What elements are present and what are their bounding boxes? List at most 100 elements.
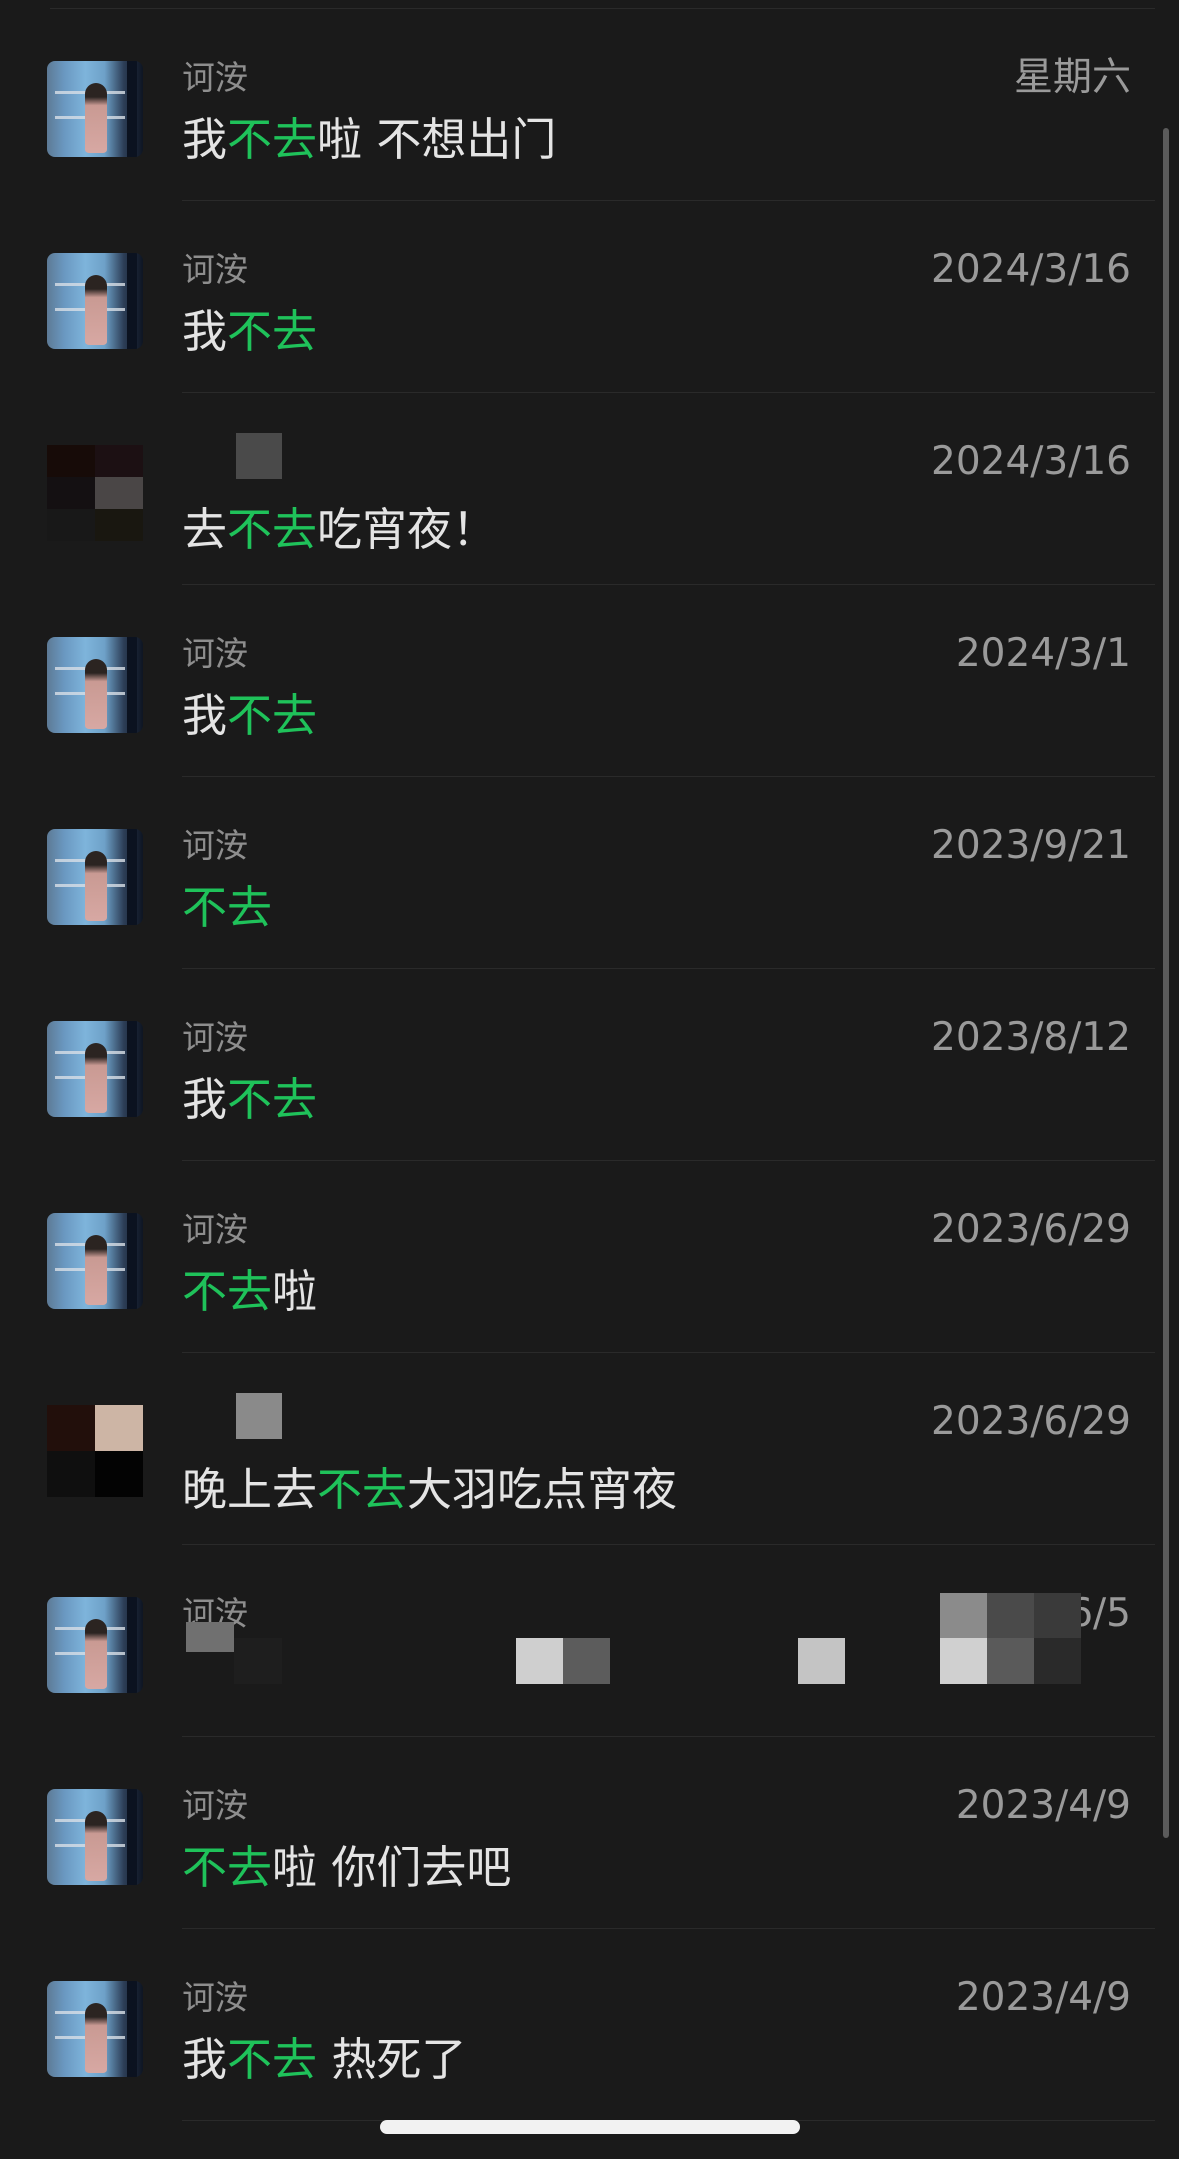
contact-avatar-pixelated[interactable] — [47, 1405, 143, 1497]
conversation-row[interactable]: 诃洝 2023/6/29 不去啦 — [0, 1161, 1179, 1353]
preview-keyword-highlight: 不去 — [227, 503, 318, 556]
preview-text: 我 — [182, 2033, 228, 2086]
message-time: 2023/4/9 — [955, 1975, 1131, 2020]
preview-text: 我 — [182, 305, 228, 358]
message-time: 2023/9/21 — [931, 823, 1131, 868]
avatar-person-shape — [85, 659, 107, 729]
avatar-door-shape — [127, 829, 137, 925]
contact-avatar-photo[interactable] — [47, 1789, 143, 1885]
mosaic-block — [95, 1405, 143, 1451]
message-preview: 我不去 — [182, 305, 317, 359]
redaction-block — [186, 1622, 234, 1652]
avatar-person-shape — [85, 1235, 107, 1305]
message-preview: 去不去吃宵夜！ — [182, 503, 497, 557]
preview-text: 热死了 — [317, 2033, 467, 2086]
preview-keyword-highlight: 不去 — [182, 881, 273, 934]
message-preview: 不去 — [182, 881, 272, 935]
preview-keyword-highlight: 不去 — [182, 1265, 273, 1318]
contact-avatar-photo[interactable] — [47, 61, 143, 157]
conversation-row[interactable]: 诃洝 2024/3/16 我不去 — [0, 201, 1179, 393]
contact-avatar-photo[interactable] — [47, 829, 143, 925]
conversation-row[interactable]: 2023/6/29 晚上去不去大羽吃点宵夜 — [0, 1353, 1179, 1545]
preview-text: 我 — [182, 113, 228, 166]
avatar-door-shape — [127, 1789, 137, 1885]
mosaic-block — [47, 1451, 95, 1497]
preview-keyword-highlight: 不去 — [227, 1073, 318, 1126]
redaction-block — [940, 1638, 987, 1684]
contact-name: 诃洝 — [182, 634, 248, 673]
contact-name: 诃洝 — [182, 1786, 248, 1825]
home-indicator[interactable] — [380, 2120, 800, 2134]
contact-avatar-photo[interactable] — [47, 637, 143, 733]
message-time: 2023/6/29 — [931, 1399, 1131, 1444]
message-time: 星期六 — [1013, 55, 1131, 100]
preview-keyword-highlight: 不去 — [227, 305, 318, 358]
conversation-row[interactable]: 诃洝 2023/9/21 不去 — [0, 777, 1179, 969]
conversation-row[interactable]: 诃洝 2024/3/1 我不去 — [0, 585, 1179, 777]
mosaic-block — [95, 445, 143, 477]
message-preview: 我不去 — [182, 1073, 317, 1127]
preview-text: 去 — [182, 503, 228, 556]
avatar-person-shape — [85, 851, 107, 921]
avatar-door-shape — [127, 253, 137, 349]
preview-text: 晚上去 — [182, 1463, 318, 1516]
contact-avatar-pixelated[interactable] — [47, 445, 143, 541]
redacted-name-block — [236, 1393, 282, 1439]
contact-avatar-photo[interactable] — [47, 1981, 143, 2077]
mosaic-block — [47, 1405, 95, 1451]
contact-avatar-photo[interactable] — [47, 1213, 143, 1309]
contact-name: 诃洝 — [182, 1018, 248, 1057]
message-preview: 晚上去不去大羽吃点宵夜 — [182, 1463, 677, 1517]
conversation-row[interactable]: 2024/3/16 去不去吃宵夜！ — [0, 393, 1179, 585]
message-preview: 我不去 热死了 — [182, 2033, 466, 2087]
redaction-block — [798, 1638, 845, 1684]
redacted-name-block — [236, 433, 282, 479]
message-preview: 不去啦 你们去吧 — [182, 1841, 511, 1895]
contact-avatar-photo[interactable] — [47, 1021, 143, 1117]
avatar-door-shape — [127, 1597, 137, 1693]
redaction-block — [516, 1638, 563, 1684]
conversation-row[interactable]: 诃洝 星期六 我不去啦 不想出门 — [0, 9, 1179, 201]
message-time: 2023/6/29 — [931, 1207, 1131, 1252]
avatar-person-shape — [85, 1043, 107, 1113]
preview-keyword-highlight: 不去 — [317, 1463, 408, 1516]
conversation-list[interactable]: 诃洝 星期六 我不去啦 不想出门 诃洝 2024/3/16 我不去 2024/3… — [0, 9, 1179, 2121]
scrollbar[interactable] — [1163, 128, 1169, 1838]
contact-name: 诃洝 — [182, 1978, 248, 2017]
message-time: 2024/3/1 — [955, 631, 1131, 676]
message-preview: 我不去啦 不想出门 — [182, 113, 556, 167]
message-preview: 我不去 — [182, 689, 317, 743]
mosaic-block — [95, 477, 143, 509]
message-time: 2023/8/12 — [931, 1015, 1131, 1060]
contact-name: 诃洝 — [182, 1210, 248, 1249]
contact-name: 诃洝 — [182, 826, 248, 865]
contact-name: 诃洝 — [182, 250, 248, 289]
preview-text: 啦 — [272, 1265, 318, 1318]
preview-keyword-highlight: 不去 — [227, 689, 318, 742]
redaction-block — [1034, 1638, 1081, 1684]
contact-avatar-photo[interactable] — [47, 253, 143, 349]
message-time: 2023/4/9 — [955, 1783, 1131, 1828]
avatar-person-shape — [85, 83, 107, 153]
conversation-row[interactable]: 诃洝 6/5 — [0, 1545, 1179, 1737]
conversation-row[interactable]: 诃洝 2023/4/9 不去啦 你们去吧 — [0, 1737, 1179, 1929]
preview-text: 吃宵夜！ — [317, 503, 498, 556]
chat-search-results-screen: 诃洝 星期六 我不去啦 不想出门 诃洝 2024/3/16 我不去 2024/3… — [0, 0, 1179, 2159]
message-preview: 不去啦 — [182, 1265, 317, 1319]
message-time: 2024/3/16 — [931, 247, 1131, 292]
mosaic-block — [47, 477, 95, 509]
preview-keyword-highlight: 不去 — [227, 113, 318, 166]
conversation-row[interactable]: 诃洝 2023/4/9 我不去 热死了 — [0, 1929, 1179, 2121]
avatar-door-shape — [127, 637, 137, 733]
conversation-row[interactable]: 诃洝 2023/8/12 我不去 — [0, 969, 1179, 1161]
preview-text: 我 — [182, 1073, 228, 1126]
mosaic-block — [95, 509, 143, 541]
preview-text: 我 — [182, 689, 228, 742]
redaction-block — [940, 1593, 987, 1638]
preview-keyword-highlight: 不去 — [182, 1841, 273, 1894]
avatar-person-shape — [85, 275, 107, 345]
avatar-person-shape — [85, 1811, 107, 1881]
contact-avatar-photo[interactable] — [47, 1597, 143, 1693]
contact-name: 诃洝 — [182, 58, 248, 97]
avatar-door-shape — [127, 61, 137, 157]
